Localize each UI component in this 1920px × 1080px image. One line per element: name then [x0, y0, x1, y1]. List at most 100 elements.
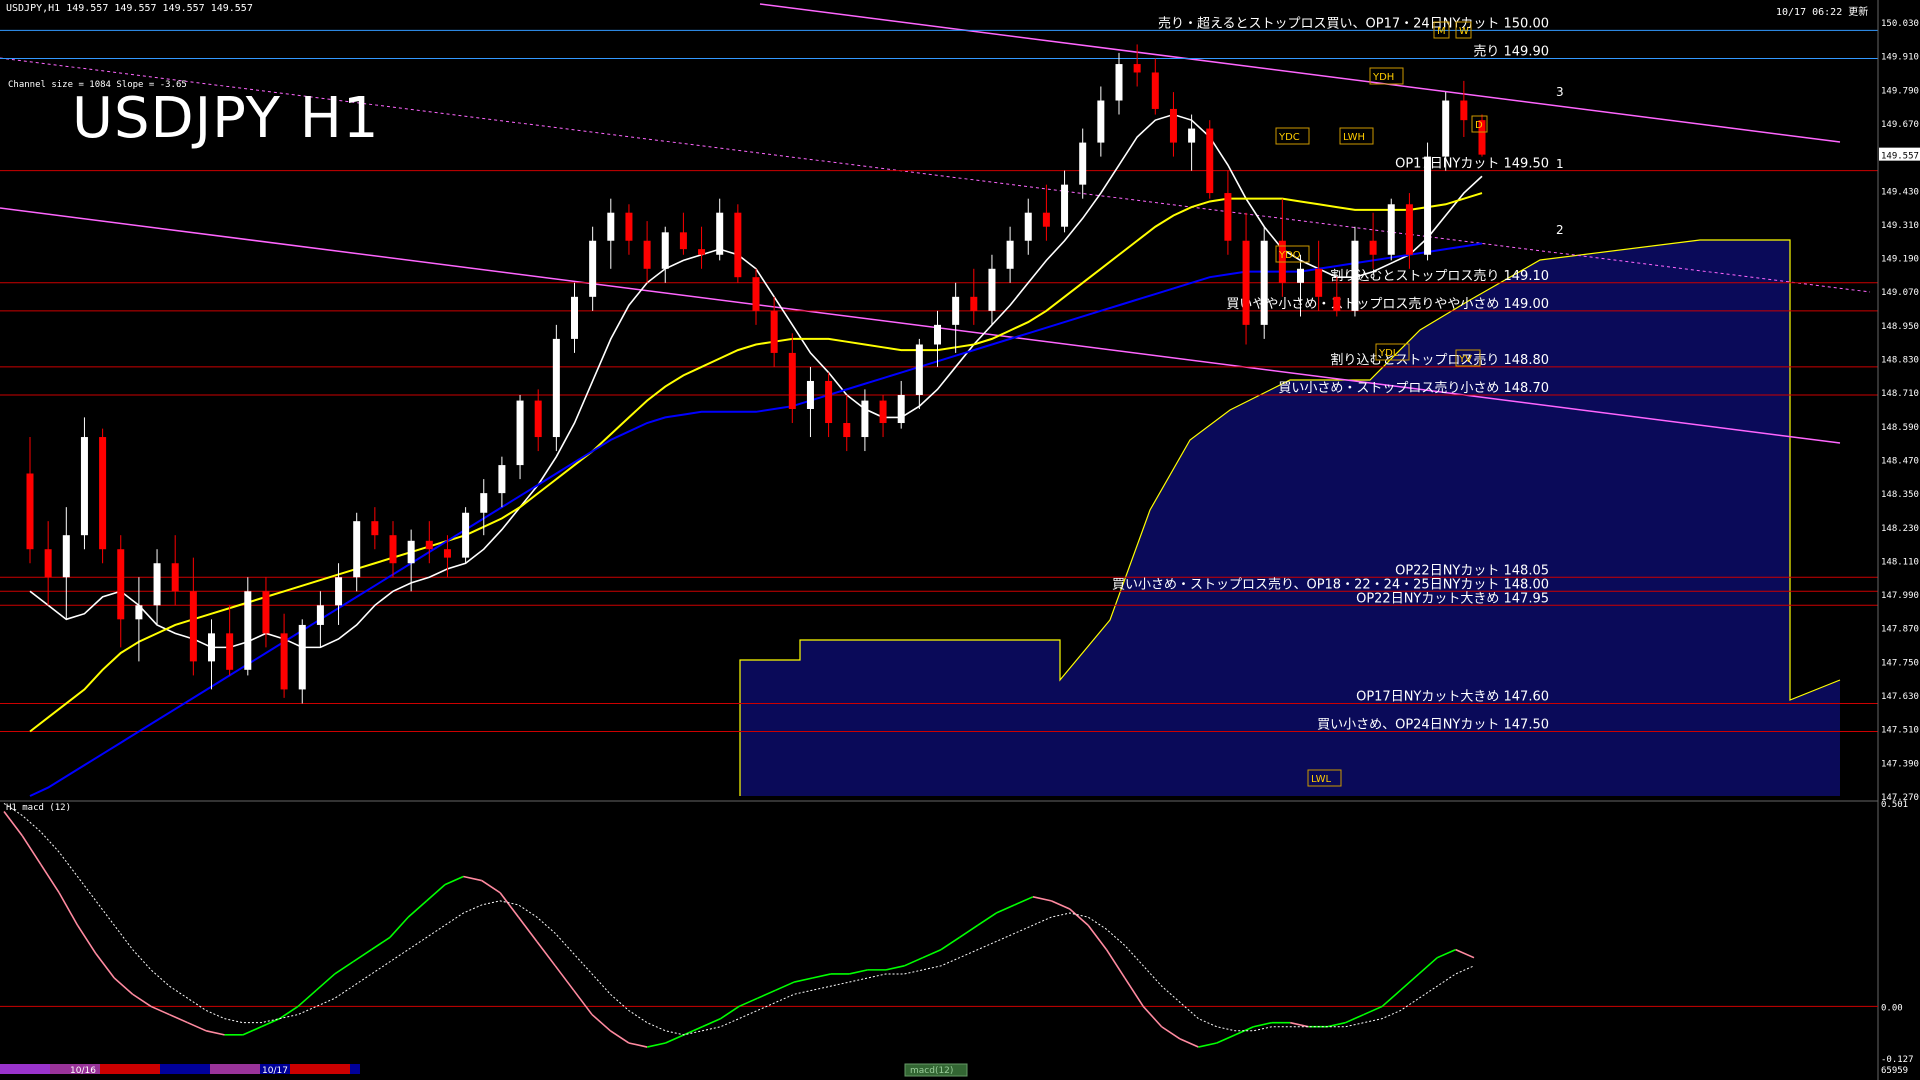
time-segment	[0, 1064, 50, 1074]
candle-body	[1169, 108, 1177, 143]
candle-body	[1061, 184, 1069, 227]
candle-body	[44, 549, 52, 578]
candle-body	[1315, 268, 1323, 297]
forex-chart: 売り・超えるとストップロス買い、OP17・24日NYカット 150.00 売り 1…	[0, 0, 1920, 1080]
candle-body	[1206, 128, 1214, 194]
candle-body	[661, 232, 669, 269]
level-label: 売り・超えるとストップロス買い、OP17・24日NYカット 150.00	[1158, 15, 1549, 31]
candle-body	[1151, 72, 1159, 109]
candle-body	[1333, 296, 1341, 311]
price-tick-label: 149.430	[1881, 187, 1919, 197]
marker-label: YV	[1458, 354, 1472, 365]
candle-body	[516, 400, 524, 466]
candle-body	[443, 549, 451, 558]
price-tick-label: 150.030	[1881, 19, 1919, 29]
price-tick-label: 149.670	[1881, 120, 1919, 130]
level-label: 買い小さめ・ストップロス売り、OP18・22・24・25日NYカット 148.0…	[1112, 576, 1549, 592]
time-segment	[350, 1064, 360, 1074]
candle-body	[153, 563, 161, 606]
candle-body	[62, 535, 70, 578]
level-label: 割り込むとストップロス売り 148.80	[1330, 352, 1549, 368]
candle-body	[1188, 128, 1196, 143]
level-label: OP17日NYカット大きめ 147.60	[1356, 689, 1549, 704]
price-tick-label: 149.790	[1881, 86, 1919, 96]
candle-body	[117, 549, 125, 620]
candle-body	[861, 400, 869, 438]
candle-body	[389, 535, 397, 564]
candle-body	[1042, 212, 1050, 227]
candle-body	[1260, 240, 1268, 325]
marker-label: LWL	[1311, 774, 1332, 785]
candle-body	[1424, 156, 1432, 255]
time-segment	[290, 1064, 350, 1074]
candle-body	[607, 212, 615, 241]
channel-label: 1	[1556, 157, 1564, 171]
time-segment	[160, 1064, 210, 1074]
candle-body	[1006, 240, 1014, 269]
marker-label: YDH	[1372, 72, 1394, 83]
level-label: 売り 149.90	[1473, 43, 1549, 59]
level-label: OP22日NYカット 148.05	[1395, 563, 1549, 578]
candle-body	[353, 521, 361, 578]
candle-body	[1351, 240, 1359, 311]
price-tick-label: 149.190	[1881, 255, 1919, 265]
level-label: 買い小さめ、OP24日NYカット 147.50	[1317, 718, 1549, 733]
candle-body	[988, 268, 996, 311]
candle-body	[189, 591, 197, 662]
candle-body	[135, 605, 143, 620]
candle-body	[1297, 268, 1304, 283]
candle-body	[1097, 100, 1105, 143]
price-tick-label: 147.390	[1881, 759, 1919, 769]
candle-body	[970, 296, 978, 311]
candle-body	[552, 338, 560, 438]
candle-body	[298, 624, 306, 690]
price-tick-label: 148.470	[1881, 456, 1919, 466]
candle-body	[244, 591, 252, 670]
candle-body	[534, 400, 542, 438]
indicator-label: H1 macd (12)	[6, 803, 72, 813]
candle-body	[734, 212, 742, 278]
candle-body	[498, 465, 506, 494]
price-tick-label: 149.910	[1881, 53, 1919, 63]
price-tick-label: 147.750	[1881, 658, 1919, 668]
price-tick-label: 148.830	[1881, 356, 1919, 366]
candle-body	[335, 577, 343, 606]
candle-body	[407, 540, 415, 564]
price-tick-label: 149.310	[1881, 221, 1919, 231]
price-tick-label: 147.630	[1881, 692, 1919, 702]
time-segment	[100, 1064, 160, 1074]
update-datetime: 10/17 06:22 更新	[1776, 7, 1869, 18]
level-label: 買い小さめ・ストップロス売り小さめ 148.70	[1278, 380, 1549, 396]
candle-body	[1024, 212, 1032, 241]
marker-label: M	[1437, 26, 1446, 37]
price-tick-label: 149.070	[1881, 288, 1919, 298]
bottom-code: 65959	[1881, 1066, 1908, 1076]
candle-body	[462, 512, 470, 558]
marker-label: YDL	[1378, 348, 1399, 359]
price-tick-label: 148.950	[1881, 322, 1919, 332]
candle-body	[80, 437, 88, 536]
macd-tab-label: macd(12)	[910, 1066, 953, 1076]
macd-tick-label: -0.127	[1881, 1055, 1914, 1065]
candle-body	[171, 563, 179, 592]
macd-tick-label: 0.00	[1881, 1003, 1903, 1013]
candle-body	[589, 240, 597, 297]
candle-body	[752, 277, 760, 311]
level-label: 割り込むとストップロス売り 149.10	[1330, 268, 1549, 284]
candle-body	[208, 633, 215, 662]
candle-body	[1405, 204, 1413, 255]
candle-body	[1369, 240, 1377, 255]
candle-body	[915, 344, 923, 395]
price-tick-label: 147.870	[1881, 625, 1919, 635]
macd-tick-label: 0.501	[1881, 800, 1908, 810]
candle-body	[480, 493, 488, 513]
candle-body	[825, 380, 833, 424]
candle-body	[770, 310, 778, 353]
time-segment	[210, 1064, 260, 1074]
candle-body	[1387, 204, 1395, 255]
candle-body	[280, 633, 288, 690]
price-tick-label: 148.110	[1881, 557, 1919, 567]
candle-body	[679, 232, 687, 250]
chart-big-title: USDJPY H1	[72, 86, 380, 151]
candle-body	[625, 212, 633, 241]
